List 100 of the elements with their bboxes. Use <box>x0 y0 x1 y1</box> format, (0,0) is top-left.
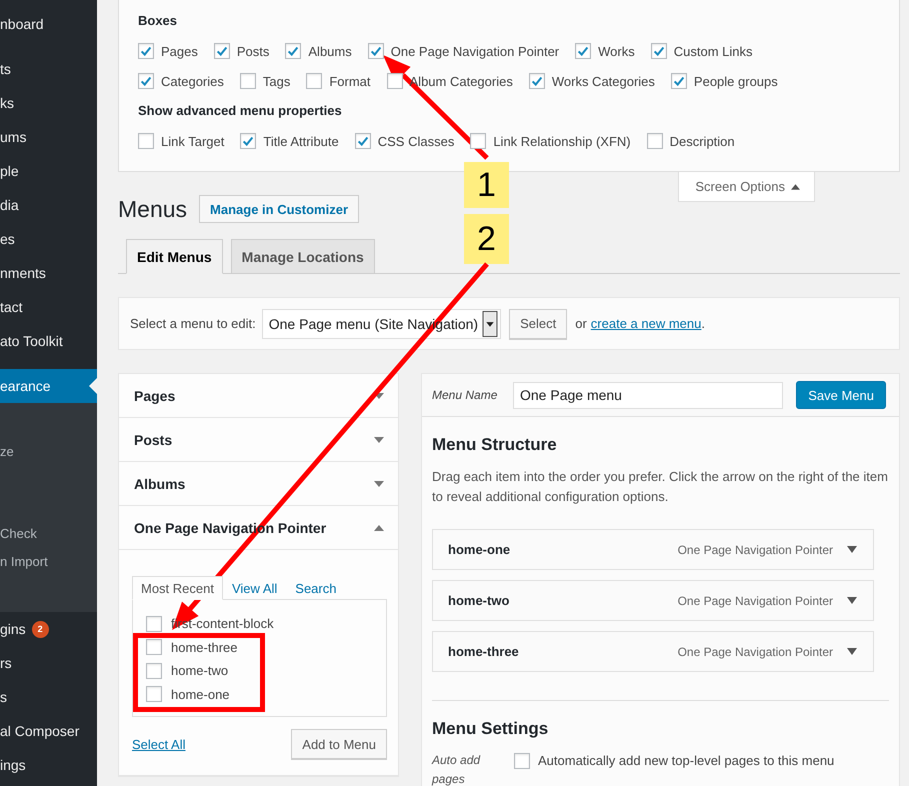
checkbox[interactable] <box>354 133 371 149</box>
checkbox[interactable] <box>575 43 592 59</box>
caret-icon[interactable] <box>847 648 857 655</box>
checkbox-label: Automatically add new top-level pages to this menu <box>538 752 834 770</box>
menu-item-card[interactable]: home-two One Page Navigation Pointer <box>432 580 874 621</box>
sidebar-item[interactable]: earance <box>0 369 97 403</box>
select-button[interactable]: Select <box>509 308 568 338</box>
screen-options-tab[interactable]: Screen Options <box>678 172 815 202</box>
checkbox[interactable] <box>650 43 667 59</box>
triangle-icon <box>374 524 384 530</box>
checkbox[interactable] <box>528 73 545 89</box>
section-heading: Menu Structure <box>432 435 558 455</box>
triangle-icon <box>374 436 384 442</box>
sidebar-item[interactable]: al Composer <box>0 714 97 748</box>
checkbox[interactable] <box>240 73 256 89</box>
save-menu-button[interactable]: Save Menu <box>796 381 886 409</box>
tab[interactable]: Manage Locations <box>230 239 375 274</box>
section-heading: Menu Settings <box>432 719 550 739</box>
sidebar-item[interactable]: ums <box>0 120 97 154</box>
checkbox-label: Albums <box>308 44 352 58</box>
checkbox-label: Title Attribute <box>263 134 339 148</box>
caret-icon[interactable] <box>847 546 857 553</box>
checkbox-label: CSS Classes <box>378 134 454 148</box>
caret-icon[interactable] <box>847 597 857 604</box>
checkbox[interactable] <box>470 133 486 149</box>
submenu-item[interactable]: n Import <box>0 548 97 576</box>
checkbox-label: home-one <box>171 686 230 702</box>
checkbox-label: Format <box>329 74 371 88</box>
step-number-label: 1 <box>464 162 509 208</box>
sidebar-item[interactable]: nments <box>0 256 97 290</box>
current-pointer-icon <box>89 378 97 394</box>
triangle-icon <box>374 392 384 398</box>
instructions-text: Drag each item into the order you prefer. Click the arrow on the right of the item to reveal additional configuration options. <box>432 468 889 506</box>
sidebar-item[interactable]: ts <box>0 52 97 86</box>
menu-item-type: One Page Navigation Pointer <box>678 644 833 658</box>
sidebar-item[interactable]: es <box>0 222 97 256</box>
or-text: or <box>575 316 587 331</box>
checkbox[interactable] <box>670 73 687 89</box>
triangle-icon <box>791 184 800 190</box>
checkbox[interactable] <box>138 133 154 149</box>
tab[interactable]: Edit Menus <box>126 239 223 274</box>
checkbox[interactable] <box>285 43 302 59</box>
sidebar-item[interactable]: ings <box>0 748 97 782</box>
menu-item-title: home-two <box>448 593 510 608</box>
create-menu-link[interactable]: create a new menu <box>590 316 702 331</box>
checkbox[interactable] <box>240 133 256 149</box>
submenu-item[interactable]: Check <box>0 520 97 548</box>
sidebar-item[interactable]: ple <box>0 154 97 188</box>
sidebar-item[interactable]: gins 2 <box>0 612 97 646</box>
checkbox-label: One Page Navigation Pointer <box>390 44 560 58</box>
sidebar-item[interactable]: ato Toolkit <box>0 324 97 358</box>
manage-in-customizer-button[interactable]: Manage in Customizer <box>199 195 360 223</box>
checkbox-label: Description <box>670 134 735 148</box>
menu-item-card[interactable]: home-one One Page Navigation Pointer <box>432 529 874 570</box>
submenu-item[interactable]: ze <box>0 438 97 466</box>
step-number-label: 2 <box>464 214 509 264</box>
checkbox[interactable] <box>146 616 162 632</box>
menu-name-field[interactable]: One Page menu <box>513 382 783 408</box>
menu-item-card[interactable]: home-three One Page Navigation Pointer <box>432 631 874 672</box>
auto-add-label: Auto add pages <box>432 752 482 786</box>
checkbox-label: Posts <box>236 44 270 58</box>
checkbox-label: Works <box>598 44 635 58</box>
tab[interactable]: View All <box>222 576 286 600</box>
checkbox-label: People groups <box>694 74 778 88</box>
checkbox[interactable] <box>138 43 154 59</box>
checkbox[interactable] <box>646 133 663 149</box>
section-heading: Show advanced menu properties <box>138 102 343 120</box>
checkbox[interactable] <box>386 73 403 89</box>
checkbox-label: Link Target <box>161 134 224 148</box>
accordion-header[interactable]: Posts <box>119 418 398 462</box>
accordion-header[interactable]: Albums <box>119 462 398 506</box>
page-title: Menus <box>118 196 188 222</box>
menu-item-title: home-three <box>448 644 519 659</box>
checkbox[interactable] <box>214 43 230 59</box>
tab[interactable]: Most Recent <box>132 576 223 600</box>
tab[interactable]: Search <box>286 576 346 600</box>
sidebar-item[interactable]: rs <box>0 646 97 680</box>
sidebar-item[interactable]: nboard <box>0 7 97 41</box>
checkbox[interactable] <box>368 43 384 59</box>
menu-item-type: One Page Navigation Pointer <box>678 542 833 556</box>
checkbox[interactable] <box>146 639 162 656</box>
checkbox-label: home-three <box>171 640 238 655</box>
accordion-header[interactable]: Pages <box>119 374 398 418</box>
period-text: . <box>701 316 705 331</box>
checkbox-label: Tags <box>262 74 290 88</box>
add-to-menu-button[interactable]: Add to Menu <box>291 729 387 759</box>
update-count-badge: 2 <box>32 620 49 638</box>
sidebar-item[interactable]: s <box>0 680 97 714</box>
select-all-link[interactable]: Select All <box>132 736 186 752</box>
checkbox[interactable] <box>306 73 322 89</box>
sidebar-item[interactable]: tact <box>0 290 97 324</box>
sidebar-item[interactable]: ks <box>0 86 97 120</box>
sidebar-item[interactable]: dia <box>0 188 97 222</box>
checkbox[interactable] <box>146 686 162 702</box>
checkbox[interactable] <box>146 662 162 679</box>
checkbox-label: Categories <box>161 74 224 88</box>
checkbox-label: Pages <box>161 44 198 58</box>
checkbox[interactable] <box>514 753 530 769</box>
checkbox[interactable] <box>138 73 154 89</box>
section-heading: Boxes <box>138 12 178 30</box>
